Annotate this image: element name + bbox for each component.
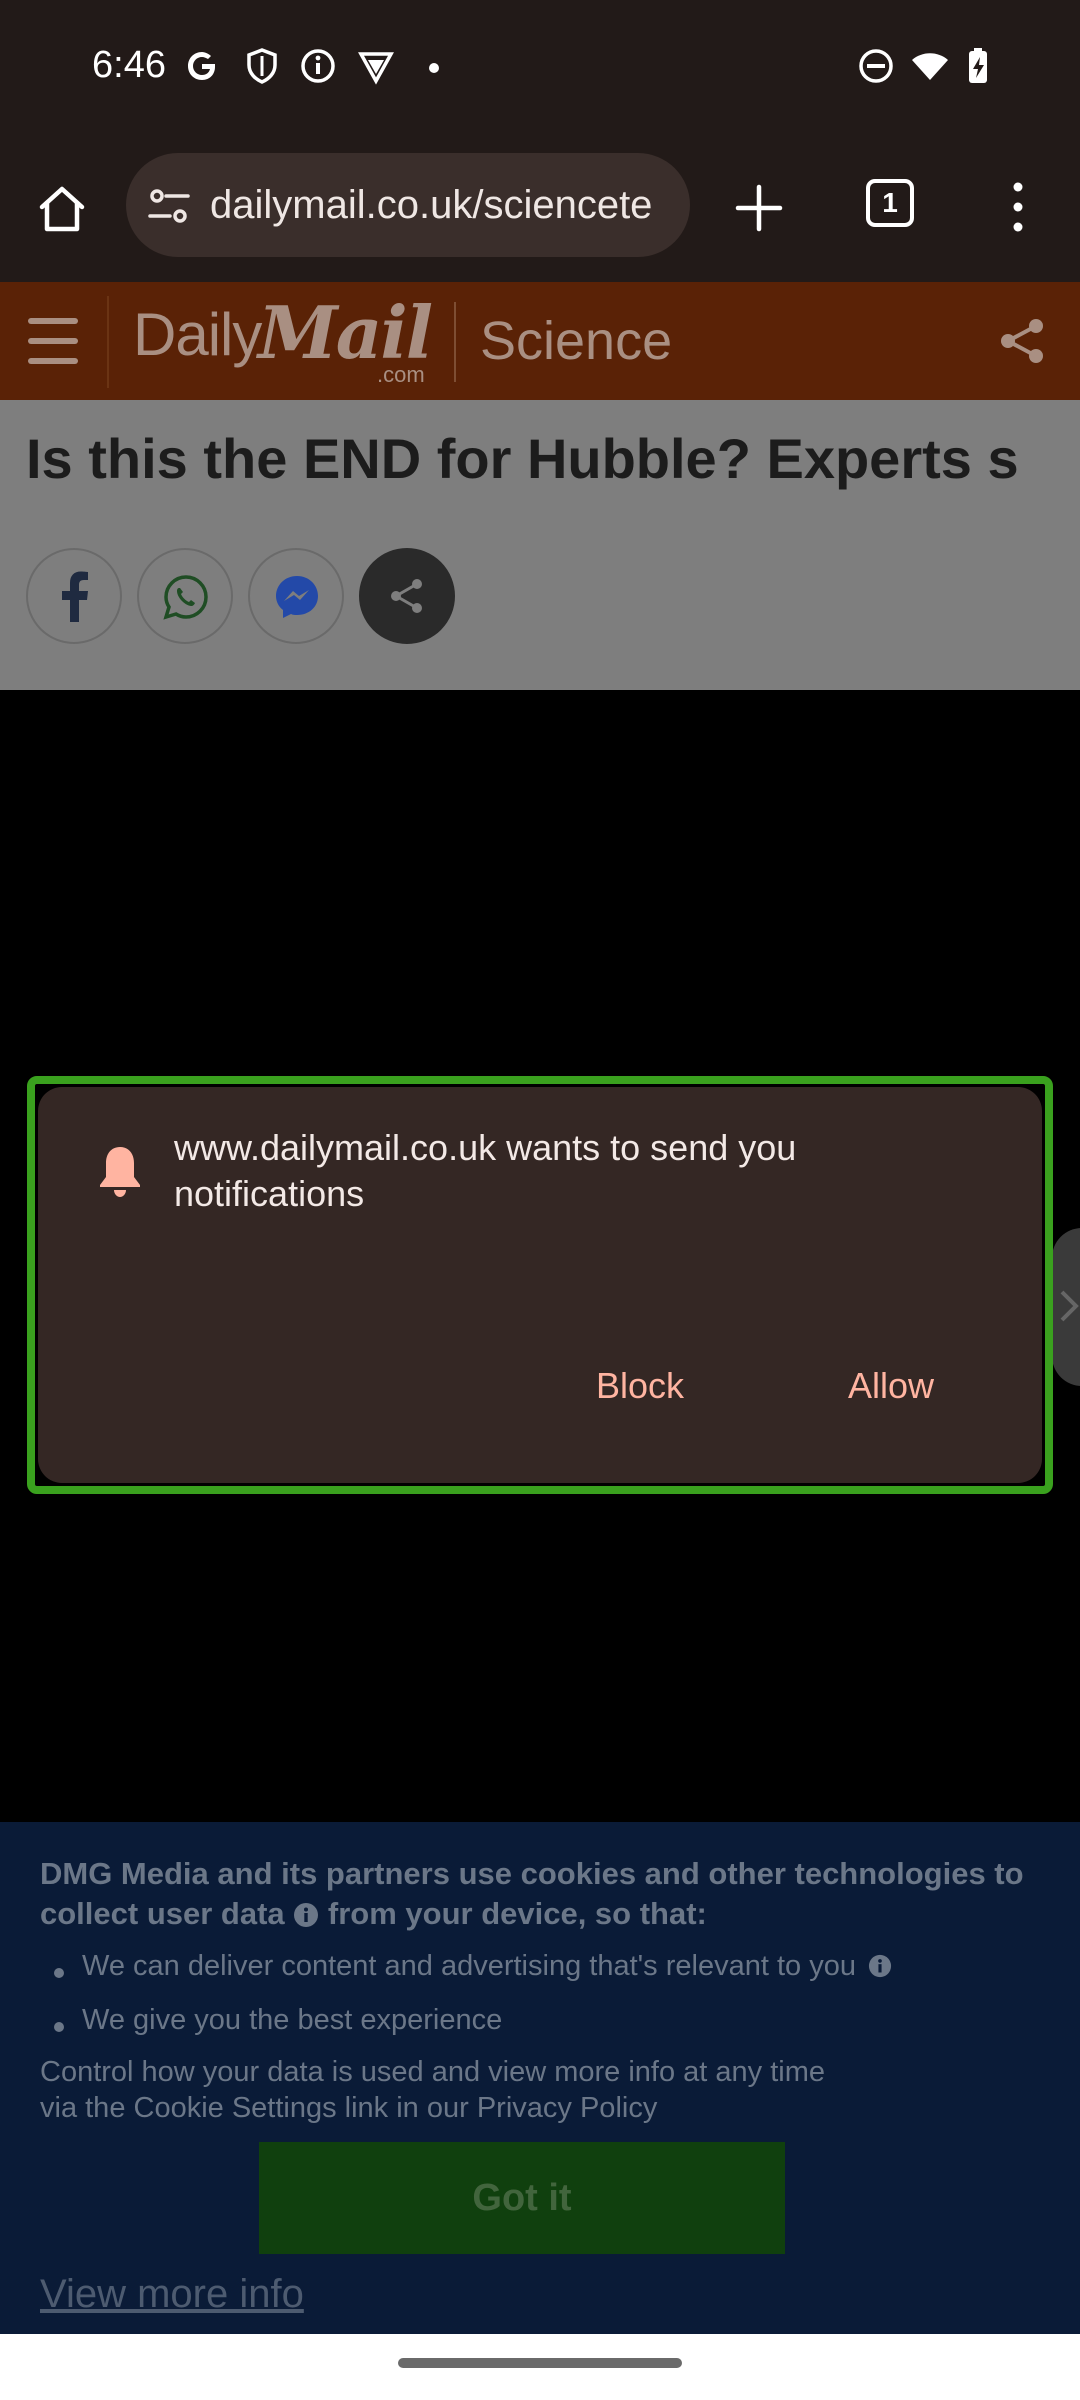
site-logo-daily: Daily (133, 301, 262, 368)
chevron-right-icon (1060, 1290, 1079, 1322)
browser-toolbar: dailymail.co.uk/sciencete 1 (0, 135, 1080, 282)
status-bar: 6:46 (0, 0, 1080, 135)
article-headline[interactable]: Is this the END for Hubble? Experts s (26, 426, 1019, 491)
section-title[interactable]: Science (480, 310, 672, 372)
new-tab-icon[interactable] (732, 181, 786, 235)
status-time: 6:46 (92, 44, 166, 86)
cookie-list-item: We can deliver content and advertising t… (82, 1950, 892, 1983)
url-bar[interactable]: dailymail.co.uk/sciencete (126, 153, 690, 257)
cookie-heading: DMG Media and its partners use cookies a… (40, 1854, 1050, 1934)
cookie-heading-text-end: from your device, so that: (327, 1896, 707, 1931)
wifi-icon (912, 53, 948, 80)
tab-count: 1 (882, 187, 898, 218)
shield-icon (247, 48, 277, 84)
bullet-dot (54, 2022, 64, 2032)
dialog-highlight-outline (27, 1076, 1053, 1494)
info-icon[interactable] (293, 1902, 319, 1928)
bullet-dot (54, 1968, 64, 1978)
more-menu-icon[interactable] (996, 179, 1040, 235)
home-gesture-handle[interactable] (398, 2358, 682, 2368)
cookie-control-text: Control how your data is used and view m… (40, 2056, 826, 2124)
cookie-banner: DMG Media and its partners use cookies a… (0, 1822, 1080, 2334)
tab-switcher-button[interactable]: 1 (866, 179, 914, 227)
url-text[interactable]: dailymail.co.uk/sciencete (210, 153, 670, 257)
header-divider (454, 302, 456, 382)
facebook-share-button[interactable] (26, 548, 122, 644)
view-more-info-link[interactable]: View more info (40, 2272, 304, 2317)
article-header: Is this the END for Hubble? Experts s (0, 400, 1080, 690)
hamburger-menu-icon[interactable] (26, 312, 82, 370)
info-icon[interactable] (868, 1954, 892, 1978)
site-header: Daily Mail .com Science (0, 282, 1080, 400)
vpn-icon (358, 52, 394, 85)
dot-icon (429, 63, 439, 73)
do-not-disturb-icon (859, 49, 893, 83)
whatsapp-icon (163, 575, 208, 620)
share-icon[interactable] (998, 316, 1048, 366)
site-settings-icon[interactable] (146, 183, 192, 229)
share-icon (391, 579, 422, 613)
messenger-share-button[interactable] (248, 548, 344, 644)
header-divider (107, 296, 109, 388)
facebook-icon (62, 571, 88, 622)
side-panel-handle[interactable] (1052, 1228, 1080, 1386)
battery-charging-icon (969, 48, 987, 83)
navigation-bar (0, 2334, 1080, 2400)
more-share-button[interactable] (359, 548, 455, 644)
site-logo-com: .com (377, 362, 425, 387)
whatsapp-share-button[interactable] (137, 548, 233, 644)
info-icon (301, 49, 335, 83)
messenger-icon (276, 576, 318, 618)
got-it-button[interactable]: Got it (259, 2142, 785, 2254)
cookie-list-item-text: We can deliver content and advertising t… (82, 1950, 856, 1982)
home-icon[interactable] (34, 181, 90, 237)
google-g-icon (188, 52, 215, 80)
cookie-list-item: We give you the best experience (82, 2004, 503, 2036)
